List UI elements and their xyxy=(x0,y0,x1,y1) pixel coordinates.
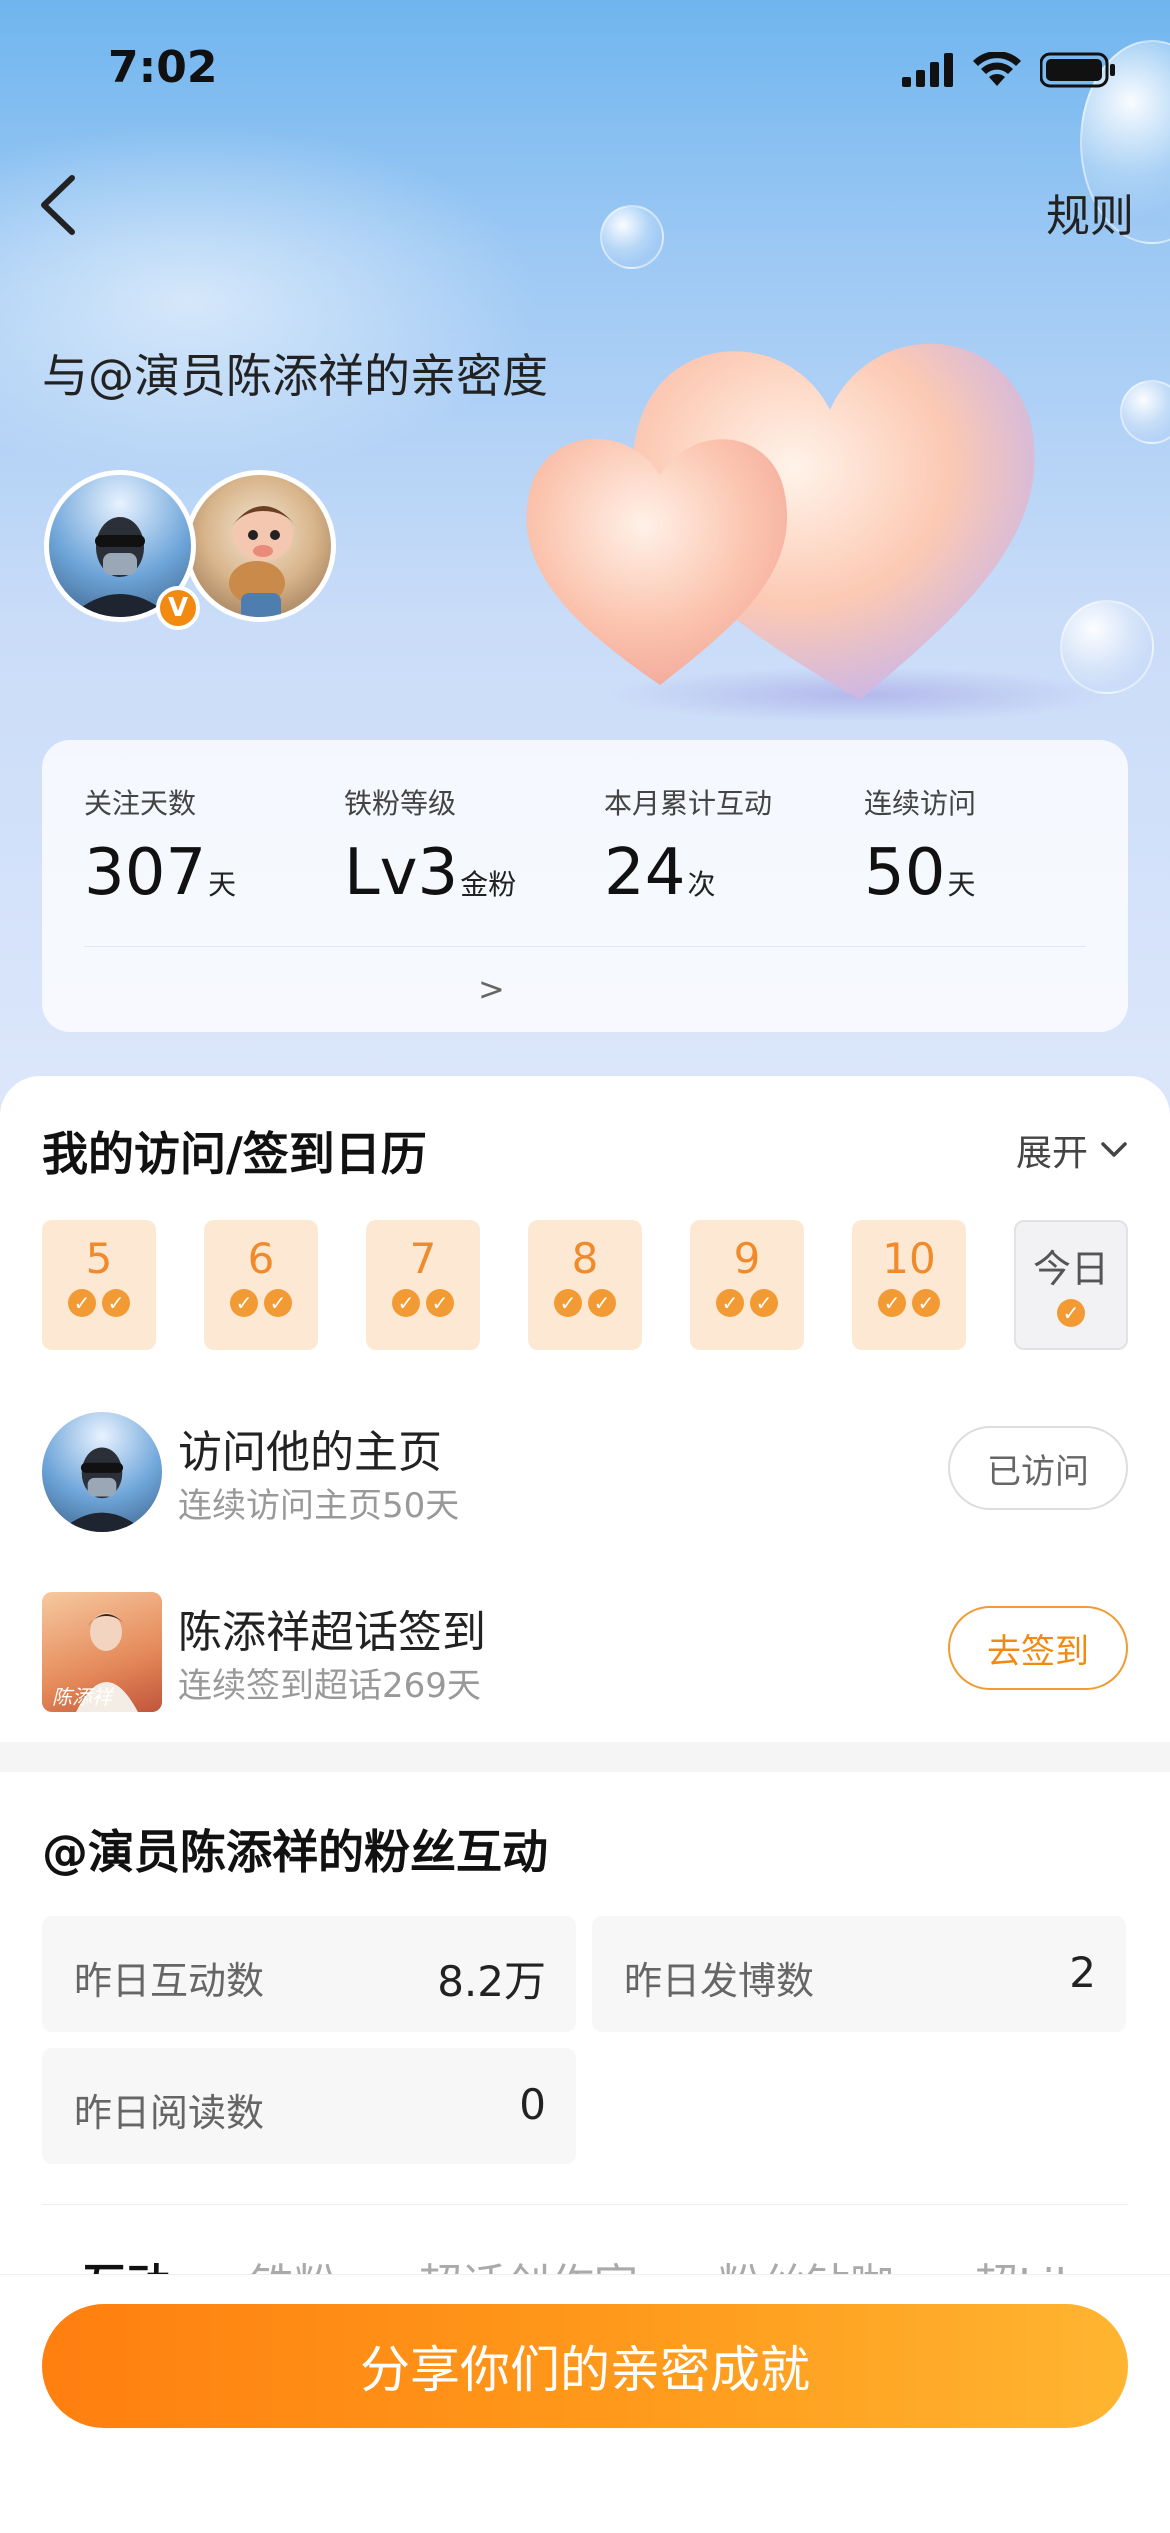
metric-yesterday-reads: 昨日阅读数 0 xyxy=(42,2048,576,2164)
expand-button[interactable]: 展开 xyxy=(1016,1124,1128,1176)
calendar-day[interactable]: 10 ✓ ✓ xyxy=(852,1220,966,1350)
stat-label: 连续访问 xyxy=(864,787,977,820)
portrait-poster-icon: 陈添祥 xyxy=(52,1613,138,1712)
metric-label: 昨日发博数 xyxy=(624,1959,815,2003)
calendar-day-number: 9 xyxy=(733,1234,761,1283)
check-icon: ✓ xyxy=(750,1289,778,1317)
metric-value: 8.2万 xyxy=(437,1957,546,2006)
verified-badge: V xyxy=(156,586,200,630)
check-icon: ✓ xyxy=(588,1289,616,1317)
divider xyxy=(42,2204,1128,2205)
stat-value: 307 xyxy=(84,836,207,910)
check-icon: ✓ xyxy=(68,1289,96,1317)
signal-icon xyxy=(902,53,953,87)
task-subtitle: 连续签到超话269天 xyxy=(178,1666,481,1706)
calendar-day-number: 今日 xyxy=(1032,1247,1109,1291)
chevron-down-icon xyxy=(1101,1142,1127,1157)
avatar-star[interactable] xyxy=(184,470,336,622)
calendar-day-number: 8 xyxy=(571,1234,599,1283)
stat-value: 24 xyxy=(604,836,686,910)
check-icon: ✓ xyxy=(264,1289,292,1317)
status-time: 7:02 xyxy=(108,42,218,93)
section-divider xyxy=(0,1742,1170,1772)
check-icon: ✓ xyxy=(554,1289,582,1317)
rules-link[interactable]: 规则 xyxy=(1046,180,1134,244)
task-supertopic-checkin: 陈添祥 陈添祥超话签到 连续签到超话269天 去签到 xyxy=(42,1592,1128,1712)
back-button[interactable] xyxy=(30,170,90,240)
stat-follow-days: 关注天数 307天 xyxy=(84,782,236,910)
metric-value: 2 xyxy=(1069,1948,1096,1997)
expand-label: 展开 xyxy=(1015,1133,1088,1174)
supertopic-thumbnail[interactable]: 陈添祥 xyxy=(42,1592,162,1712)
calendar-day-number: 5 xyxy=(85,1234,113,1283)
calendar-day-today[interactable]: 今日 ✓ xyxy=(1014,1220,1128,1350)
battery-icon xyxy=(1040,52,1115,88)
task-subtitle: 连续访问主页50天 xyxy=(178,1486,460,1526)
bubble-decoration xyxy=(1120,380,1170,444)
user-portrait-icon xyxy=(58,1447,146,1532)
metric-label: 昨日互动数 xyxy=(74,1959,265,2003)
check-icon: ✓ xyxy=(426,1289,454,1317)
stat-value: 50 xyxy=(864,836,946,910)
check-icon: ✓ xyxy=(102,1289,130,1317)
check-icon: ✓ xyxy=(392,1289,420,1317)
stat-unit: 金粉 xyxy=(460,868,517,901)
chevron-left-icon xyxy=(41,175,75,235)
divider xyxy=(84,946,1086,947)
calendar-day-number: 6 xyxy=(247,1234,275,1283)
metric-value: 0 xyxy=(519,2080,546,2129)
status-icons xyxy=(902,52,1116,88)
hearts-illustration xyxy=(526,343,1110,720)
chevron-right-icon[interactable]: > xyxy=(478,970,505,1008)
task-title: 访问他的主页 xyxy=(178,1427,442,1478)
calendar-day[interactable]: 7 ✓ ✓ xyxy=(366,1220,480,1350)
calendar-day[interactable]: 5 ✓ ✓ xyxy=(42,1220,156,1350)
check-icon: ✓ xyxy=(716,1289,744,1317)
task-visit-homepage: 访问他的主页 连续访问主页50天 已访问 xyxy=(42,1412,1128,1532)
wifi-icon xyxy=(973,52,1021,86)
avatar-user-small[interactable] xyxy=(42,1412,162,1532)
check-icon: ✓ xyxy=(1057,1299,1085,1327)
calendar-day-number: 7 xyxy=(409,1234,437,1283)
fan-interaction-title: @演员陈添祥的粉丝互动 xyxy=(42,1825,548,1879)
stat-label: 关注天数 xyxy=(84,787,197,820)
stat-fan-level: 铁粉等级 Lv3金粉 xyxy=(344,782,516,910)
calendar-title: 我的访问/签到日历 xyxy=(42,1127,427,1181)
task-title: 陈添祥超话签到 xyxy=(178,1607,486,1658)
poster-text: 陈添祥 xyxy=(52,1685,115,1709)
calendar-day[interactable]: 9 ✓ ✓ xyxy=(690,1220,804,1350)
metric-label: 昨日阅读数 xyxy=(74,2091,265,2135)
page-title: 与@演员陈添祥的亲密度 xyxy=(42,349,548,403)
calendar-day[interactable]: 8 ✓ ✓ xyxy=(528,1220,642,1350)
stat-monthly-interactions: 本月累计互动 24次 xyxy=(604,782,772,910)
calendar-day-number: 10 xyxy=(882,1234,936,1283)
metric-yesterday-posts: 昨日发博数 2 xyxy=(592,1916,1126,2032)
stat-value: Lv3 xyxy=(344,836,459,910)
stat-unit: 天 xyxy=(208,868,237,901)
stat-unit: 次 xyxy=(687,868,716,901)
stat-label: 铁粉等级 xyxy=(344,787,457,820)
stat-unit: 天 xyxy=(947,868,976,901)
check-icon: ✓ xyxy=(912,1289,940,1317)
calendar-day[interactable]: 6 ✓ ✓ xyxy=(204,1220,318,1350)
calendar-row: 5 ✓ ✓ 6 ✓ ✓ 7 ✓ ✓ 8 ✓ ✓ 9 ✓ ✓ 10 ✓ ✓ 今日 ✓ xyxy=(42,1220,1128,1350)
stats-card[interactable]: 关注天数 307天 铁粉等级 Lv3金粉 本月累计互动 24次 连续访问 50天… xyxy=(42,740,1128,1032)
check-icon: ✓ xyxy=(230,1289,258,1317)
visited-button[interactable]: 已访问 xyxy=(948,1426,1128,1510)
stat-label: 本月累计互动 xyxy=(604,787,773,820)
stat-consecutive-visits: 连续访问 50天 xyxy=(864,782,976,910)
checkin-button[interactable]: 去签到 xyxy=(948,1606,1128,1690)
metric-yesterday-interactions: 昨日互动数 8.2万 xyxy=(42,1916,576,2032)
share-button[interactable]: 分享你们的亲密成就 xyxy=(42,2304,1128,2428)
bubble-decoration xyxy=(600,205,664,269)
check-icon: ✓ xyxy=(878,1289,906,1317)
